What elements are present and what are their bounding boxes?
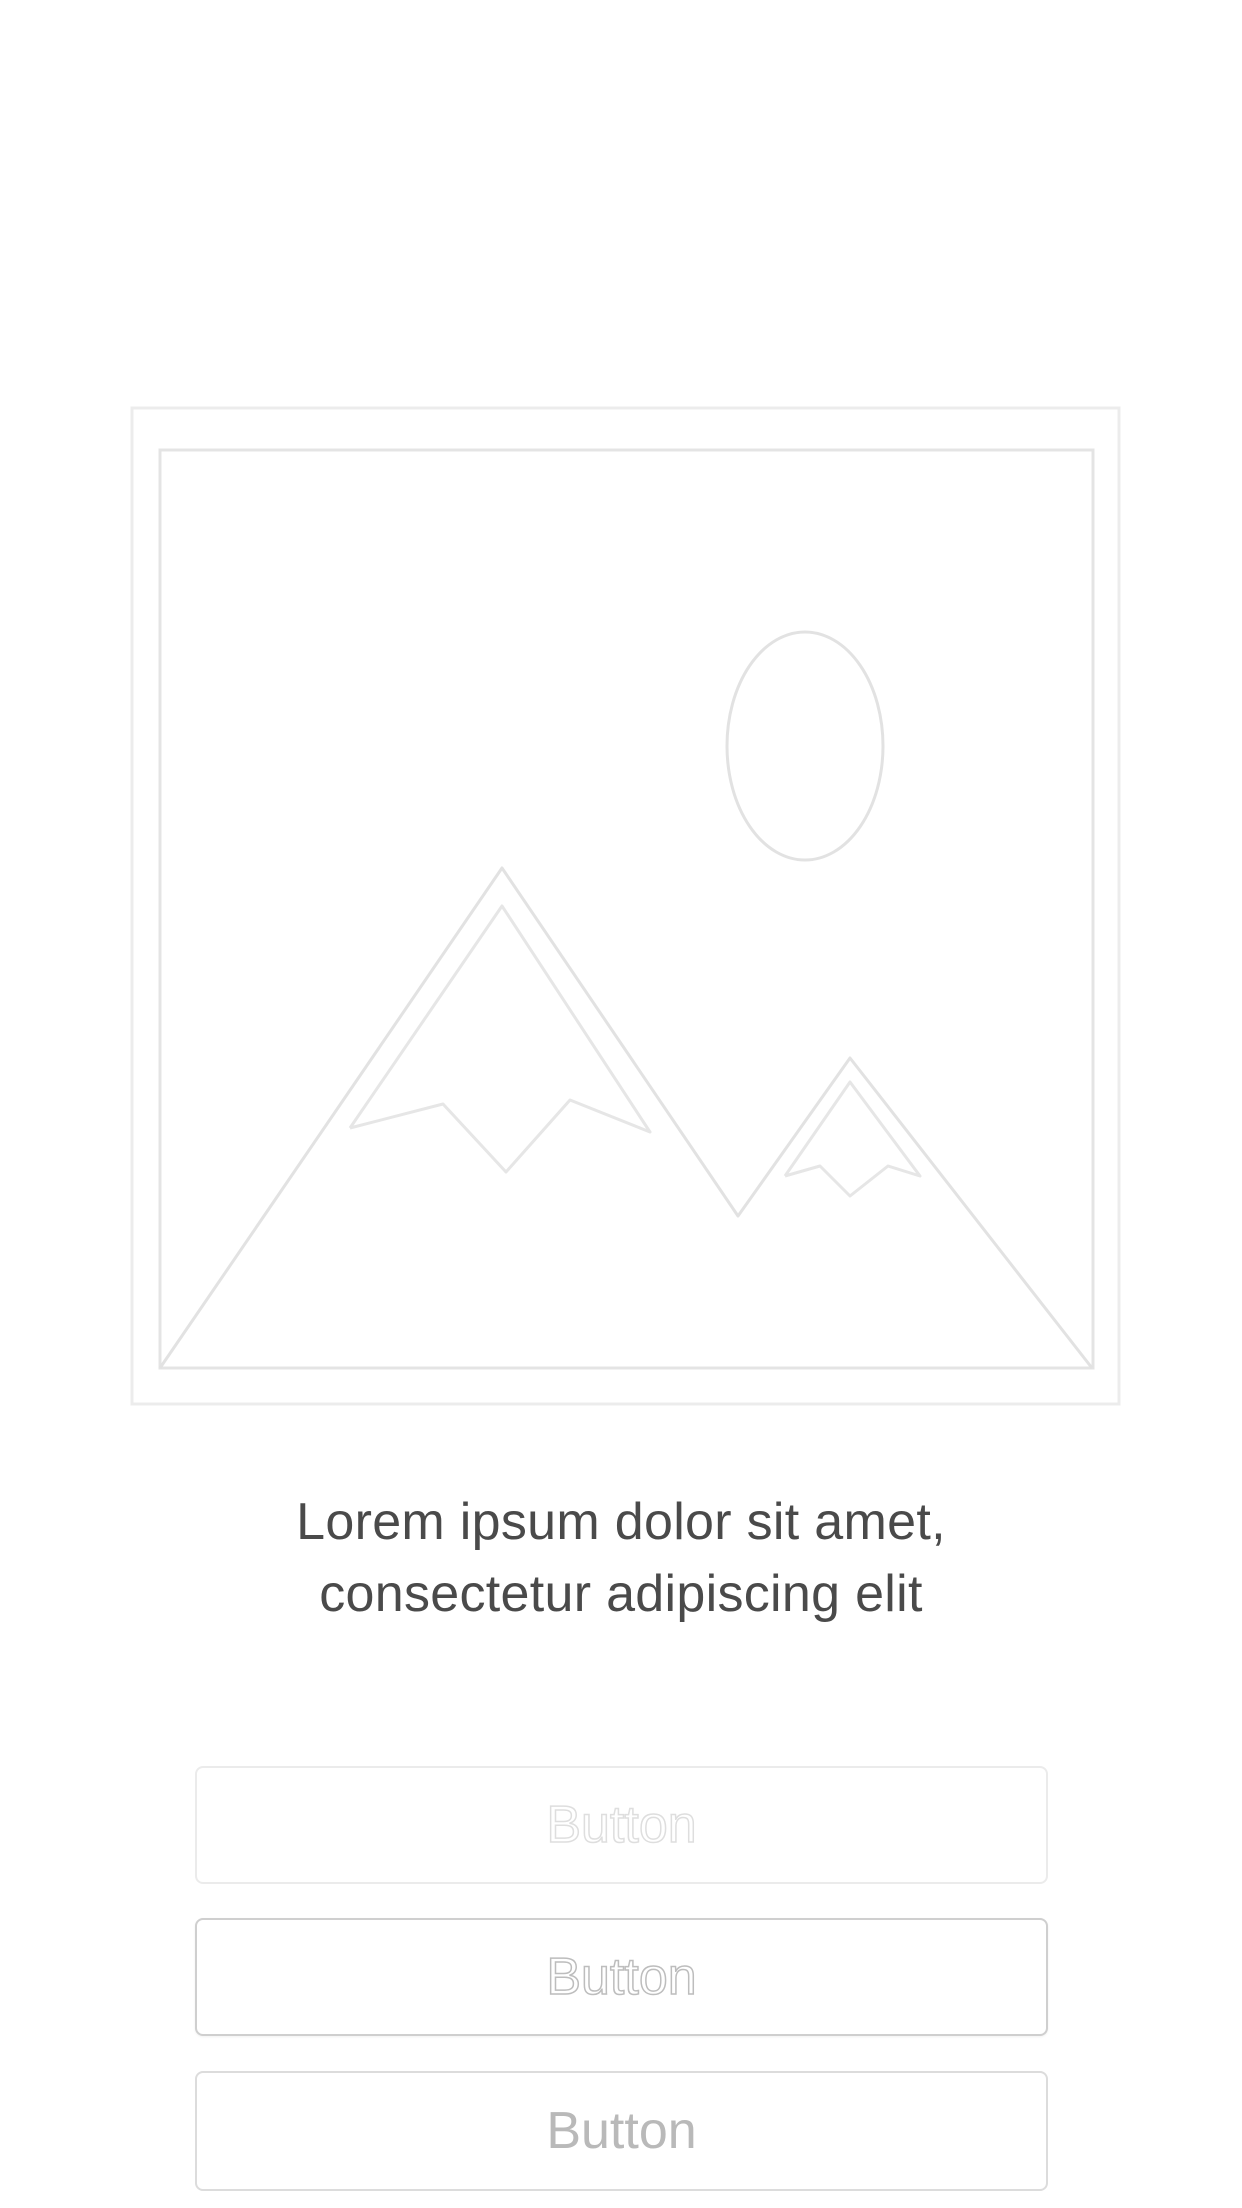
tertiary-button[interactable]: Button	[195, 2071, 1048, 2191]
image-placeholder-icon	[130, 406, 1121, 1406]
caption-text: Lorem ipsum dolor sit amet, consectetur …	[160, 1486, 1082, 1630]
secondary-button[interactable]: Button	[195, 1918, 1048, 2036]
onboarding-screen: Lorem ipsum dolor sit amet, consectetur …	[0, 0, 1242, 2208]
primary-button-label: Button	[546, 1795, 698, 1855]
caption-line-1: Lorem ipsum dolor sit amet,	[296, 1493, 946, 1551]
caption-line-2: consectetur adipiscing elit	[319, 1565, 923, 1623]
tertiary-button-label: Button	[546, 2102, 697, 2160]
secondary-button-label: Button	[546, 1947, 698, 2007]
primary-button[interactable]: Button	[195, 1766, 1048, 1884]
